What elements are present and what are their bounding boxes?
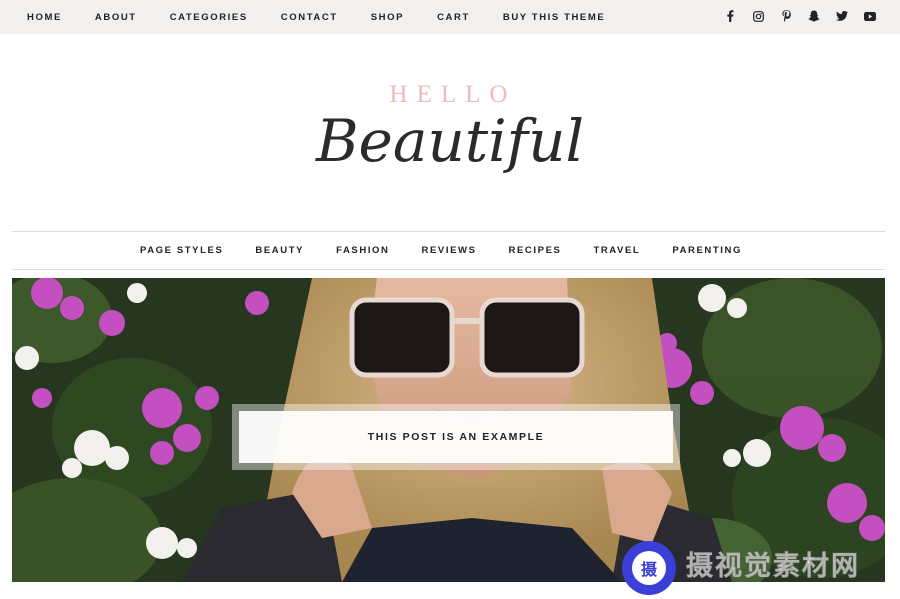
site-logo[interactable]: HELLO Beautiful [0,80,900,174]
topnav-home[interactable]: HOME [27,12,62,23]
pinterest-icon[interactable] [780,10,792,22]
nav-parenting[interactable]: PARENTING [672,245,742,256]
nav-page-styles[interactable]: PAGE STYLES [140,245,223,256]
nav-beauty[interactable]: BEAUTY [255,245,304,256]
post-caption-box[interactable]: THIS POST IS AN EXAMPLE [232,404,680,470]
topnav-shop[interactable]: SHOP [371,12,404,23]
nav-travel[interactable]: TRAVEL [593,245,640,256]
watermark-logo: 摄 [622,541,676,595]
facebook-icon[interactable] [724,10,736,22]
topnav-about[interactable]: ABOUT [95,12,137,23]
topnav-categories[interactable]: CATEGORIES [170,12,248,23]
social-links [724,10,876,22]
featured-post-slide[interactable]: THIS POST IS AN EXAMPLE [12,278,885,582]
topnav-buy-theme[interactable]: BUY THIS THEME [503,12,605,23]
watermark-cn: 摄视觉素材网 [686,550,860,581]
nav-fashion[interactable]: FASHION [336,245,389,256]
youtube-icon[interactable] [864,10,876,22]
watermark: 摄 摄视觉素材网 WWW.VSCOPS.COM [622,538,882,598]
watermark-en: WWW.VSCOPS.COM [686,580,837,593]
nav-bottom-divider [12,269,885,270]
logo-hello-text: HELLO [389,81,517,108]
top-bar: HOME ABOUT CATEGORIES CONTACT SHOP CART … [0,0,900,34]
top-nav: HOME ABOUT CATEGORIES CONTACT SHOP CART … [27,12,638,23]
topnav-cart[interactable]: CART [437,12,470,23]
logo-beautiful-text: Beautiful [315,107,585,175]
watermark-text: 摄视觉素材网 WWW.VSCOPS.COM [686,544,860,593]
nav-reviews[interactable]: REVIEWS [422,245,477,256]
watermark-logo-glyph: 摄 [632,551,666,585]
instagram-icon[interactable] [752,10,764,22]
snapchat-icon[interactable] [808,10,820,22]
topnav-contact[interactable]: CONTACT [281,12,338,23]
twitter-icon[interactable] [836,10,848,22]
main-nav: PAGE STYLES BEAUTY FASHION REVIEWS RECIP… [0,232,900,269]
post-caption-title[interactable]: THIS POST IS AN EXAMPLE [368,431,544,443]
nav-recipes[interactable]: RECIPES [509,245,562,256]
